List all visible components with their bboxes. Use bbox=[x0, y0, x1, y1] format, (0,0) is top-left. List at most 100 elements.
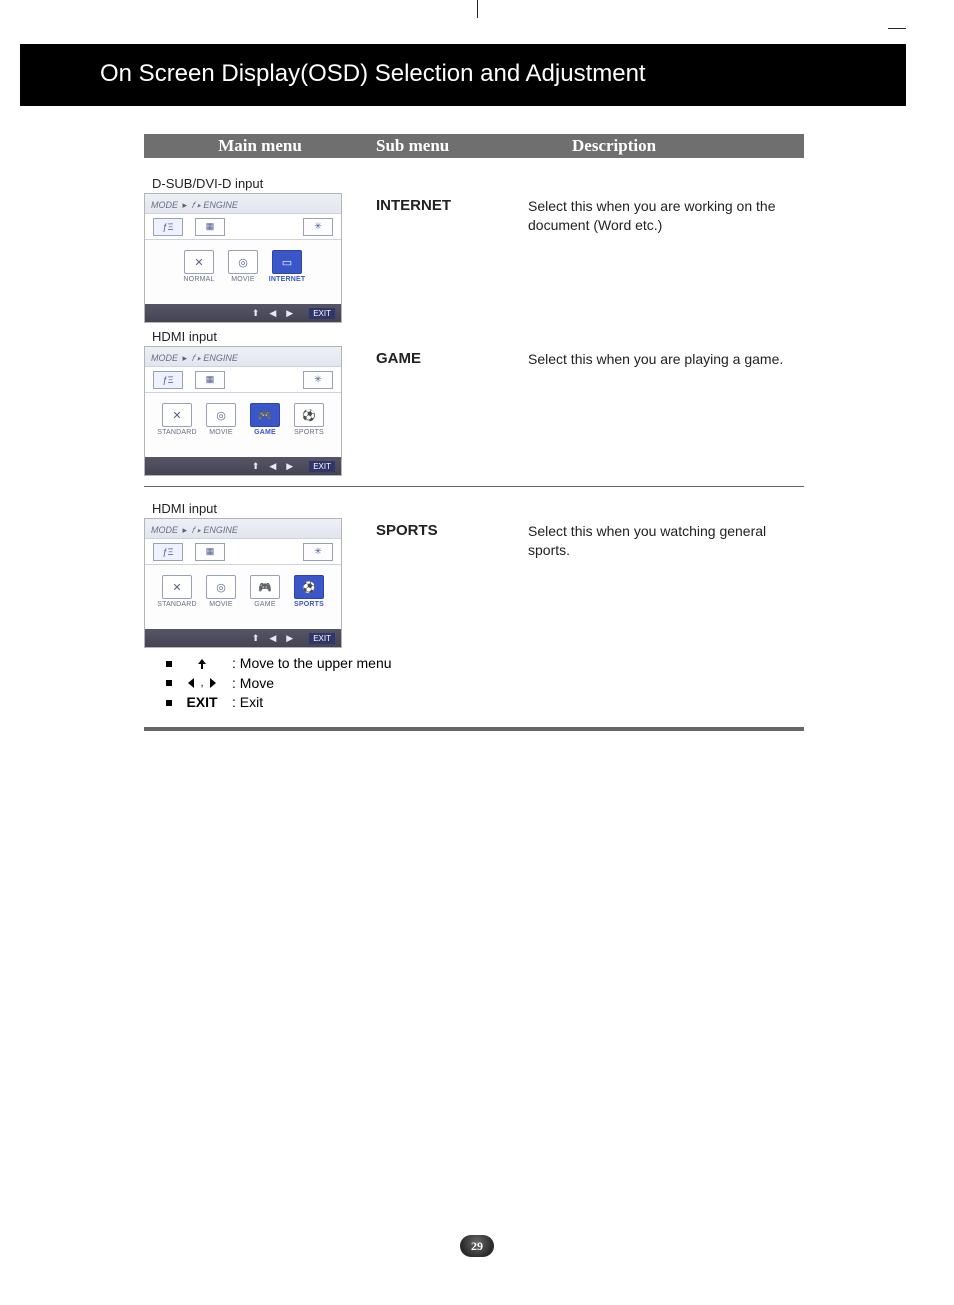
osd-body: ✕ STANDARD ◎ MOVIE 🎮 GAME ⚽ SPORTS bbox=[145, 393, 341, 457]
osd-mode-game[interactable]: 🎮 GAME bbox=[247, 403, 283, 436]
osd-tab-row: ƒΞ ▦ ✳ bbox=[145, 214, 341, 240]
osd-mode-caption: STANDARD bbox=[157, 601, 197, 608]
legend-exit-text: : Exit bbox=[232, 693, 263, 713]
osd-mode-caption: NORMAL bbox=[183, 276, 214, 283]
osd-footer: ⬆ ◀ ▶ EXIT bbox=[145, 457, 341, 475]
osd-tab-icon[interactable]: ƒΞ bbox=[153, 543, 183, 561]
osd-exit-button[interactable]: EXIT bbox=[309, 308, 335, 319]
sub-menu-cell: SPORTS bbox=[376, 518, 528, 539]
main-menu-cell: MODE ▸ 𝑓 ▸ ENGINE ƒΞ ▦ ✳ ✕ STANDARD ◎ MOVIE 🎮 GAM… bbox=[144, 346, 376, 476]
osd-tab-icon[interactable]: ƒΞ bbox=[153, 371, 183, 389]
osd-mode-row: ✕ STANDARD ◎ MOVIE 🎮 GAME ⚽ SPORTS bbox=[153, 403, 333, 436]
osd-mode-caption: STANDARD bbox=[157, 429, 197, 436]
osd-mode-standard[interactable]: ✕STANDARD bbox=[159, 575, 195, 608]
osd-tab-row: ƒΞ ▦ ✳ bbox=[145, 367, 341, 393]
section-divider bbox=[144, 727, 804, 731]
osd-mode-sports[interactable]: ⚽SPORTS bbox=[291, 575, 327, 608]
osd-breadcrumb: MODE ▸ 𝑓 ▸ ENGINE bbox=[145, 347, 341, 367]
osd-panel: MODE ▸ 𝑓 ▸ ENGINE ƒΞ ▦ ✳ ✕ STANDARD ◎ MOVIE 🎮 GAM… bbox=[144, 346, 342, 476]
osd-mode-movie[interactable]: ◎MOVIE bbox=[203, 575, 239, 608]
legend-move-text: : Move bbox=[232, 674, 274, 694]
osd-mode-normal[interactable]: ✕ NORMAL bbox=[181, 250, 217, 283]
osd-tab-icon[interactable]: ✳ bbox=[303, 543, 333, 561]
osd-mode-icon: ⚽ bbox=[294, 403, 324, 427]
osd-mode-icon: 🎮 bbox=[250, 403, 280, 427]
right-arrow-icon[interactable]: ▶ bbox=[286, 461, 293, 472]
osd-tab-icon[interactable]: ✳ bbox=[303, 218, 333, 236]
document-page: On Screen Display(OSD) Selection and Adj… bbox=[0, 0, 954, 1305]
osd-body: ✕ NORMAL ◎MOVIE ▭ INTERNET bbox=[145, 240, 341, 304]
osd-body: ✕STANDARD◎MOVIE🎮GAME⚽SPORTS bbox=[145, 565, 341, 629]
right-arrow-icon[interactable]: ▶ bbox=[286, 308, 293, 319]
header-description: Description bbox=[528, 136, 804, 156]
up-arrow-icon bbox=[178, 657, 226, 671]
osd-mode-game[interactable]: 🎮GAME bbox=[247, 575, 283, 608]
osd-mode-icon: ◎ bbox=[206, 403, 236, 427]
left-arrow-icon[interactable]: ◀ bbox=[269, 633, 276, 644]
osd-tab-row: ƒΞ ▦ ✳ bbox=[145, 539, 341, 565]
osd-mode-row: ✕ NORMAL ◎MOVIE ▭ INTERNET bbox=[153, 250, 333, 283]
osd-mode-caption: INTERNET bbox=[269, 276, 306, 283]
osd-tab-icon[interactable]: ▦ bbox=[195, 543, 225, 561]
osd-breadcrumb-text: MODE ▸ 𝑓 ▸ ENGINE bbox=[151, 200, 238, 211]
osd-mode-icon: ✕ bbox=[162, 403, 192, 427]
up-arrow-icon[interactable]: ⬆ bbox=[252, 461, 260, 472]
description-cell: Select this when you are playing a game. bbox=[528, 346, 804, 369]
bullet-icon bbox=[166, 700, 172, 706]
osd-tab-icon[interactable]: ✳ bbox=[303, 371, 333, 389]
osd-mode-caption: SPORTS bbox=[294, 429, 324, 436]
table-row: MODE ▸ 𝑓 ▸ ENGINE ƒΞ ▦ ✳ ✕ NORMAL ◎MOVIE ▭ INTER… bbox=[144, 193, 804, 323]
legend-line-exit: EXIT : Exit bbox=[166, 693, 804, 713]
input-label: HDMI input bbox=[152, 329, 804, 344]
osd-mode-standard[interactable]: ✕ STANDARD bbox=[159, 403, 195, 436]
section-divider bbox=[144, 486, 804, 487]
table-row: MODE ▸ 𝑓 ▸ ENGINE ƒΞ ▦ ✳ ✕ STANDARD ◎ MOVIE 🎮 GAM… bbox=[144, 346, 804, 476]
osd-mode-caption: GAME bbox=[254, 601, 275, 608]
osd-mode-caption: MOVIE bbox=[209, 429, 233, 436]
legend: : Move to the upper menu , : Move EXIT :… bbox=[166, 654, 804, 713]
page-title: On Screen Display(OSD) Selection and Adj… bbox=[100, 60, 646, 88]
input-label: HDMI input bbox=[152, 501, 804, 516]
osd-panel: MODE ▸ 𝑓 ▸ ENGINE ƒΞ ▦ ✳ ✕STANDARD◎MOVIE🎮GAM… bbox=[144, 518, 342, 648]
main-menu-cell: MODE ▸ 𝑓 ▸ ENGINE ƒΞ ▦ ✳ ✕STANDARD◎MOVIE🎮GAM… bbox=[144, 518, 376, 648]
osd-exit-button[interactable]: EXIT bbox=[309, 633, 335, 644]
crop-mark bbox=[888, 28, 906, 29]
header-sub-menu: Sub menu bbox=[376, 136, 528, 156]
rows-container: D-SUB/DVI-D inputMODE ▸ 𝑓 ▸ ENGINEƒΞ▦✳✕N… bbox=[144, 176, 804, 648]
osd-panel: MODE ▸ 𝑓 ▸ ENGINE ƒΞ ▦ ✳ ✕ NORMAL ◎MOVIE ▭ INTER… bbox=[144, 193, 342, 323]
osd-footer: ⬆ ◀ ▶ EXIT bbox=[145, 304, 341, 322]
legend-line-move: , : Move bbox=[166, 674, 804, 694]
bullet-icon bbox=[166, 680, 172, 686]
up-arrow-icon[interactable]: ⬆ bbox=[252, 633, 260, 644]
left-arrow-icon[interactable]: ◀ bbox=[269, 308, 276, 319]
right-arrow-icon[interactable]: ▶ bbox=[286, 633, 293, 644]
osd-breadcrumb: MODE ▸ 𝑓 ▸ ENGINE bbox=[145, 194, 341, 214]
osd-mode-caption: GAME bbox=[254, 429, 276, 436]
up-arrow-icon[interactable]: ⬆ bbox=[252, 308, 260, 319]
description-cell: Select this when you watching general sp… bbox=[528, 518, 804, 560]
osd-mode-sports[interactable]: ⚽ SPORTS bbox=[291, 403, 327, 436]
legend-up-text: : Move to the upper menu bbox=[232, 654, 392, 674]
sub-menu-cell: GAME bbox=[376, 346, 528, 367]
osd-mode-icon: ▭ bbox=[272, 250, 302, 274]
page-number-badge: 29 bbox=[460, 1235, 494, 1257]
description-cell: Select this when you are working on the … bbox=[528, 193, 804, 235]
osd-mode-icon: ✕ bbox=[184, 250, 214, 274]
osd-mode-movie[interactable]: ◎ MOVIE bbox=[203, 403, 239, 436]
osd-mode-movie[interactable]: ◎MOVIE bbox=[225, 250, 261, 283]
crop-mark bbox=[477, 0, 478, 18]
osd-footer: ⬆ ◀ ▶ EXIT bbox=[145, 629, 341, 647]
sub-menu-cell: INTERNET bbox=[376, 193, 528, 214]
header-main-menu: Main menu bbox=[144, 136, 376, 156]
osd-mode-internet[interactable]: ▭ INTERNET bbox=[269, 250, 305, 283]
osd-mode-caption: MOVIE bbox=[231, 276, 255, 283]
osd-tab-icon[interactable]: ƒΞ bbox=[153, 218, 183, 236]
left-arrow-icon[interactable]: ◀ bbox=[269, 461, 276, 472]
osd-mode-caption: SPORTS bbox=[294, 601, 324, 608]
osd-tab-icon[interactable]: ▦ bbox=[195, 371, 225, 389]
osd-exit-button[interactable]: EXIT bbox=[309, 461, 335, 472]
bullet-icon bbox=[166, 661, 172, 667]
osd-tab-icon[interactable]: ▦ bbox=[195, 218, 225, 236]
osd-mode-caption: MOVIE bbox=[209, 601, 233, 608]
osd-breadcrumb: MODE ▸ 𝑓 ▸ ENGINE bbox=[145, 519, 341, 539]
